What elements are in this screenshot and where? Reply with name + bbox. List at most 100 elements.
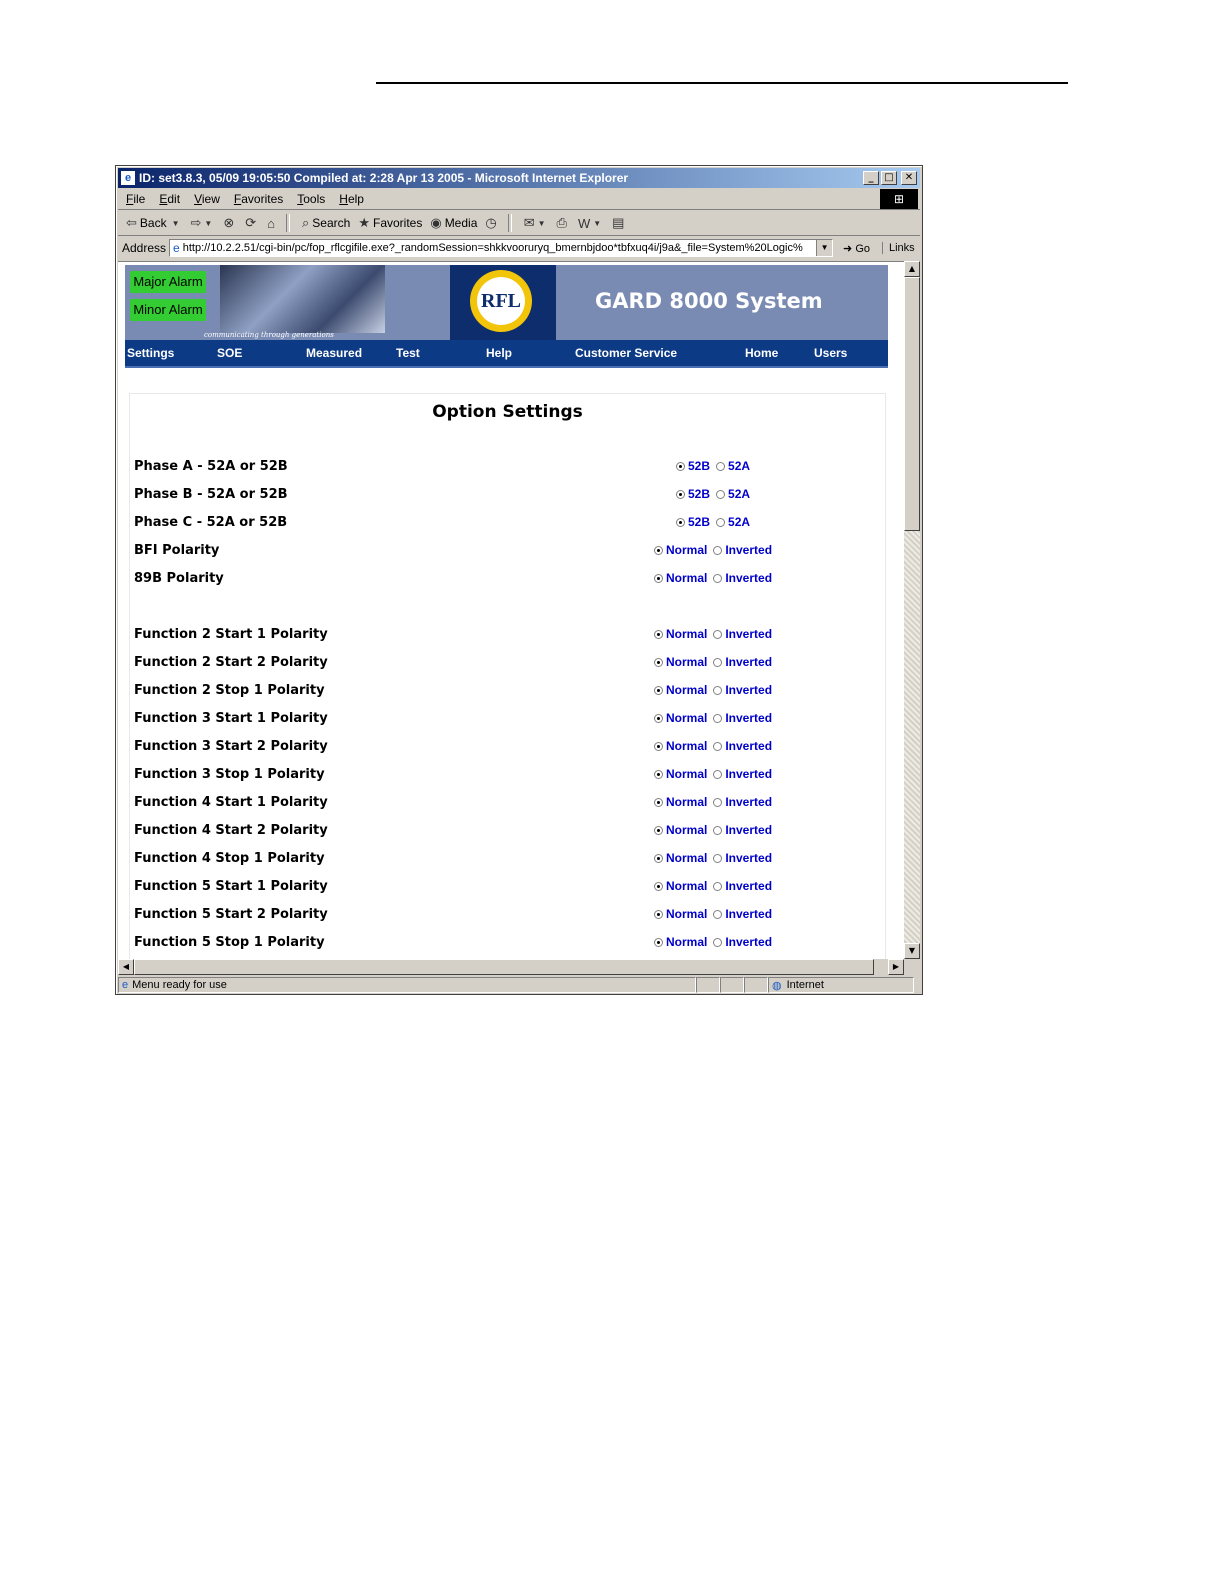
option-label-normal[interactable]: Normal — [666, 767, 707, 781]
nav-test[interactable]: Test — [396, 346, 420, 360]
radio-inverted[interactable] — [713, 825, 723, 835]
option-label-normal[interactable]: Normal — [666, 739, 707, 753]
scroll-up-button[interactable]: ▲ — [904, 261, 920, 277]
option-label-inverted[interactable]: Inverted — [725, 907, 772, 921]
option-label-inverted[interactable]: Inverted — [725, 627, 772, 641]
radio-52b[interactable] — [676, 489, 685, 499]
address-url[interactable]: http://10.2.2.51/cgi-bin/pc/fop_rflcgifi… — [183, 242, 803, 254]
option-label-normal[interactable]: Normal — [666, 795, 707, 809]
option-label-normal[interactable]: Normal — [666, 683, 707, 697]
history-button[interactable]: ◷ — [485, 215, 499, 231]
option-label-normal[interactable]: Normal — [666, 907, 707, 921]
address-field[interactable]: e http://10.2.2.51/cgi-bin/pc/fop_rflcgi… — [169, 239, 834, 257]
option-label-normal[interactable]: Normal — [666, 627, 707, 641]
nav-soe[interactable]: SOE — [217, 346, 242, 360]
option-label-normal[interactable]: Normal — [666, 935, 707, 949]
media-button[interactable]: ◉ Media — [430, 215, 477, 231]
radio-normal[interactable] — [654, 545, 663, 555]
option-label-inverted[interactable]: Inverted — [725, 879, 772, 893]
option-label-52b[interactable]: 52B — [688, 487, 710, 501]
radio-normal[interactable] — [654, 881, 663, 891]
menu-edit[interactable]: Edit — [159, 192, 180, 206]
radio-inverted[interactable] — [713, 545, 723, 555]
option-label-inverted[interactable]: Inverted — [725, 739, 772, 753]
radio-normal[interactable] — [654, 657, 663, 667]
radio-inverted[interactable] — [713, 573, 723, 583]
discuss-button[interactable]: ▤ — [612, 215, 627, 231]
nav-measured[interactable]: Measured — [306, 346, 362, 360]
radio-normal[interactable] — [654, 937, 663, 947]
radio-inverted[interactable] — [713, 741, 723, 751]
option-label-inverted[interactable]: Inverted — [725, 767, 772, 781]
option-label-normal[interactable]: Normal — [666, 571, 707, 585]
scroll-down-button[interactable]: ▼ — [904, 943, 920, 959]
option-label-52b[interactable]: 52B — [688, 459, 710, 473]
option-label-inverted[interactable]: Inverted — [725, 655, 772, 669]
scroll-right-button[interactable]: ▶ — [888, 959, 904, 975]
scroll-left-button[interactable]: ◀ — [118, 959, 134, 975]
vertical-scrollbar[interactable]: ▲ ▼ — [904, 261, 920, 959]
menu-favorites[interactable]: Favorites — [234, 192, 283, 206]
option-label-52a[interactable]: 52A — [728, 459, 750, 473]
radio-normal[interactable] — [654, 713, 663, 723]
radio-inverted[interactable] — [713, 881, 723, 891]
option-label-inverted[interactable]: Inverted — [725, 543, 772, 557]
radio-52a[interactable] — [716, 489, 726, 499]
radio-inverted[interactable] — [713, 657, 723, 667]
radio-52b[interactable] — [676, 461, 685, 471]
option-label-normal[interactable]: Normal — [666, 711, 707, 725]
option-label-normal[interactable]: Normal — [666, 851, 707, 865]
radio-52b[interactable] — [676, 517, 685, 527]
nav-customer-service[interactable]: Customer Service — [575, 346, 677, 360]
search-button[interactable]: ⌕ Search — [302, 215, 350, 231]
radio-inverted[interactable] — [713, 769, 723, 779]
nav-help[interactable]: Help — [486, 346, 512, 360]
maximize-button[interactable]: □ — [881, 171, 897, 185]
radio-inverted[interactable] — [713, 713, 723, 723]
radio-52a[interactable] — [716, 461, 726, 471]
favorites-button[interactable]: ★ Favorites — [358, 215, 422, 231]
option-label-inverted[interactable]: Inverted — [725, 935, 772, 949]
forward-button[interactable]: ⇨ ▼ — [191, 215, 216, 231]
option-label-inverted[interactable]: Inverted — [725, 851, 772, 865]
radio-normal[interactable] — [654, 629, 663, 639]
horizontal-scroll-thumb[interactable] — [134, 959, 874, 975]
radio-normal[interactable] — [654, 741, 663, 751]
radio-inverted[interactable] — [713, 937, 723, 947]
radio-normal[interactable] — [654, 853, 663, 863]
option-label-52a[interactable]: 52A — [728, 487, 750, 501]
edit-button[interactable]: W ▼ — [578, 216, 604, 231]
minimize-button[interactable]: _ — [863, 171, 879, 185]
menu-file[interactable]: File — [126, 192, 145, 206]
option-label-normal[interactable]: Normal — [666, 543, 707, 557]
radio-inverted[interactable] — [713, 685, 723, 695]
radio-inverted[interactable] — [713, 797, 723, 807]
radio-normal[interactable] — [654, 769, 663, 779]
option-label-normal[interactable]: Normal — [666, 823, 707, 837]
close-button[interactable]: ✕ — [901, 171, 917, 185]
home-button[interactable]: ⌂ — [267, 216, 278, 231]
option-label-inverted[interactable]: Inverted — [725, 571, 772, 585]
radio-inverted[interactable] — [713, 853, 723, 863]
links-button[interactable]: Links — [882, 242, 915, 254]
radio-inverted[interactable] — [713, 629, 723, 639]
print-button[interactable]: ⎙ — [557, 215, 570, 231]
radio-normal[interactable] — [654, 909, 663, 919]
address-dropdown-icon[interactable]: ▼ — [816, 240, 833, 256]
option-label-52a[interactable]: 52A — [728, 515, 750, 529]
refresh-button[interactable]: ⟳ — [245, 215, 259, 231]
radio-normal[interactable] — [654, 825, 663, 835]
radio-normal[interactable] — [654, 685, 663, 695]
radio-normal[interactable] — [654, 797, 663, 807]
option-label-inverted[interactable]: Inverted — [725, 823, 772, 837]
menu-tools[interactable]: Tools — [297, 192, 325, 206]
back-button[interactable]: ⇦ Back ▼ — [126, 215, 183, 231]
title-bar[interactable]: e ID: set3.8.3, 05/09 19:05:50 Compiled … — [118, 168, 920, 188]
option-label-52b[interactable]: 52B — [688, 515, 710, 529]
nav-users[interactable]: Users — [814, 346, 847, 360]
option-label-inverted[interactable]: Inverted — [725, 711, 772, 725]
radio-inverted[interactable] — [713, 909, 723, 919]
go-button[interactable]: ➜ Go — [843, 242, 870, 255]
mail-button[interactable]: ✉ ▼ — [524, 215, 549, 231]
horizontal-scrollbar[interactable]: ◀ ▶ — [118, 959, 904, 975]
